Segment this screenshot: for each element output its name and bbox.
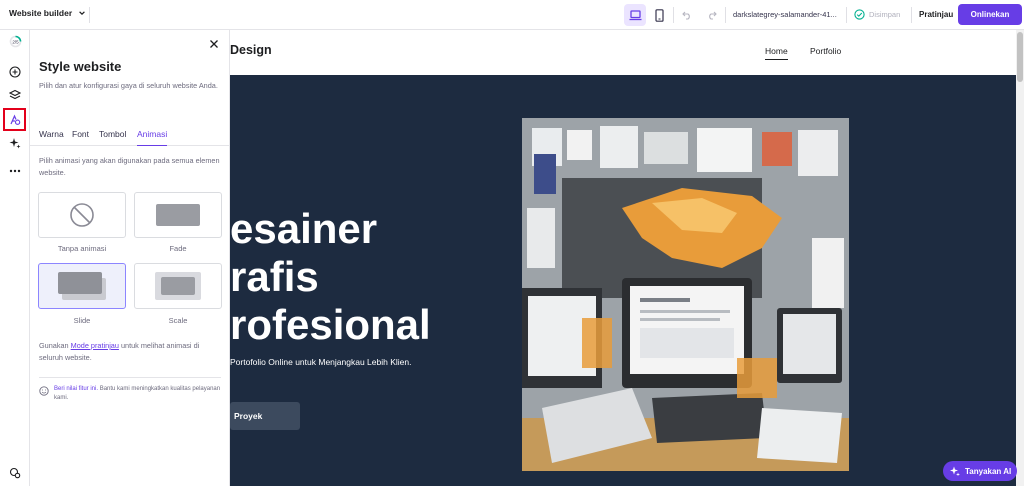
layers-icon — [9, 89, 21, 100]
divider — [911, 7, 912, 23]
progress-ring-icon: 2/5 — [9, 35, 21, 47]
svg-text:2/5: 2/5 — [12, 39, 19, 44]
phone-icon — [654, 8, 664, 22]
tab-font[interactable]: Font — [72, 129, 89, 146]
animation-option-scale[interactable] — [134, 263, 222, 309]
tab-buttons[interactable]: Tombol — [99, 129, 126, 146]
hero-title-line: rofesional — [230, 301, 431, 348]
style-tabs: Warna Font Tombol Animasi — [30, 129, 230, 146]
animation-option-label: Scale — [168, 316, 188, 325]
panel-description: Pilih dan atur konfigurasi gaya di selur… — [39, 81, 218, 90]
sparkle-icon — [950, 466, 960, 476]
close-panel-button[interactable] — [208, 37, 220, 49]
nav-link-portfolio[interactable]: Portfolio — [810, 46, 841, 56]
plus-circle-icon — [9, 66, 21, 78]
site-logo[interactable]: Design — [230, 43, 272, 57]
divider — [846, 7, 847, 23]
canvas-scrollbar[interactable] — [1016, 30, 1024, 486]
undo-button[interactable] — [680, 8, 694, 22]
preview-button[interactable]: Pratinjau — [919, 10, 953, 19]
hero-title[interactable]: esainer rafis rofesional — [230, 205, 431, 349]
hero-image[interactable] — [522, 118, 849, 471]
more-horizontal-icon — [9, 169, 21, 173]
hero-title-line: esainer — [230, 205, 378, 252]
undo-icon — [682, 11, 690, 20]
ask-ai-label: Tanyakan AI — [965, 466, 1012, 476]
add-section-button[interactable] — [6, 63, 24, 81]
nav-link-home[interactable]: Home — [765, 46, 788, 60]
preview-mode-link[interactable]: Mode pratinjau — [71, 341, 119, 350]
left-rail: 2/5 — [0, 30, 30, 486]
chevron-down-icon — [79, 11, 85, 16]
app-title: Website builder — [9, 8, 73, 18]
mobile-view-button[interactable] — [648, 4, 670, 26]
animation-description: Pilih animasi yang akan digunakan pada s… — [39, 156, 220, 177]
desktop-view-button[interactable] — [624, 4, 646, 26]
sparkle-icon — [9, 138, 21, 149]
check-circle-icon — [854, 9, 865, 20]
ask-ai-button[interactable]: Tanyakan AI — [943, 461, 1017, 481]
top-bar: Website builder darkslategrey-salamander… — [0, 0, 1024, 30]
divider — [725, 7, 726, 23]
hero-subtitle[interactable]: Portofolio Online untuk Menjangkau Lebih… — [230, 356, 430, 369]
publish-button[interactable]: Onlinekan — [958, 4, 1022, 25]
panel-title: Style website — [39, 59, 122, 74]
animation-option-label: Tanpa animasi — [57, 244, 107, 253]
site-header[interactable]: Design Home Portfolio — [230, 30, 1016, 75]
scale-preview — [155, 272, 201, 300]
layers-button[interactable] — [6, 86, 24, 104]
save-status: Disimpan — [854, 9, 900, 20]
fade-preview — [156, 204, 200, 226]
slide-preview — [58, 272, 106, 300]
hero-projects-button[interactable]: Proyek — [230, 402, 300, 430]
ai-tools-button[interactable] — [6, 134, 24, 152]
more-button[interactable] — [6, 162, 24, 180]
style-button[interactable] — [3, 108, 26, 131]
redo-icon — [709, 11, 717, 20]
feedback-text: Beri nilai fitur ini. Bantu kami meningk… — [54, 385, 221, 403]
app-title-dropdown[interactable]: Website builder — [9, 8, 86, 18]
domain-name[interactable]: darkslategrey-salamander-41... — [733, 10, 837, 19]
hero-section[interactable]: esainer rafis rofesional Portofolio Onli… — [230, 75, 1016, 486]
logo-icon[interactable]: 2/5 — [6, 32, 24, 50]
preview-hint: Gunakan Mode pratinjau untuk melihat ani… — [39, 340, 219, 364]
no-animation-icon — [70, 203, 94, 227]
divider — [673, 7, 674, 23]
smiley-icon — [39, 386, 49, 396]
redo-button[interactable] — [705, 8, 719, 22]
animation-option-slide[interactable] — [38, 263, 126, 309]
animation-option-fade[interactable] — [134, 192, 222, 238]
animation-option-none[interactable] — [38, 192, 126, 238]
style-icon — [9, 113, 20, 125]
divider — [89, 7, 90, 23]
saved-label: Disimpan — [869, 10, 901, 19]
animation-option-label: Fade — [169, 244, 187, 253]
hero-title-line: rafis — [230, 253, 319, 300]
close-icon — [210, 40, 218, 48]
settings-icon — [9, 467, 21, 479]
hint-prefix: Gunakan — [39, 341, 69, 350]
settings-button[interactable] — [6, 464, 24, 482]
feedback-row: Beri nilai fitur ini. Bantu kami meningk… — [39, 377, 221, 403]
scrollbar-thumb[interactable] — [1017, 32, 1023, 82]
laptop-icon — [629, 9, 641, 20]
rate-feature-link[interactable]: Beri nilai fitur ini. — [54, 386, 98, 392]
style-panel: Style website Pilih dan atur konfigurasi… — [30, 30, 230, 486]
tab-colors[interactable]: Warna — [39, 129, 64, 146]
tab-animation[interactable]: Animasi — [137, 129, 168, 146]
animation-option-label: Slide — [73, 316, 91, 325]
